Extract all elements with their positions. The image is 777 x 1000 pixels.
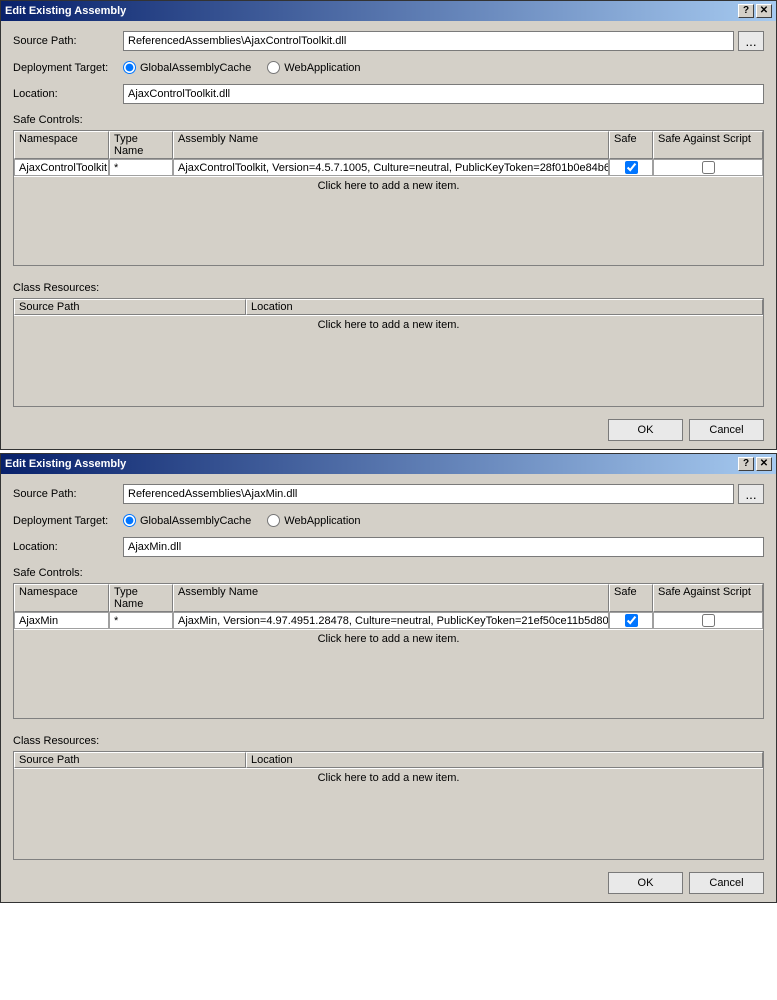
col-location[interactable]: Location — [246, 752, 763, 768]
source-path-label: Source Path: — [13, 488, 123, 500]
col-source-path[interactable]: Source Path — [14, 299, 246, 315]
source-path-label: Source Path: — [13, 35, 123, 47]
class-resources-label: Class Resources: — [13, 282, 764, 294]
col-assembly-name[interactable]: Assembly Name — [173, 131, 609, 159]
deployment-target-label: Deployment Target: — [13, 515, 123, 527]
cell-assembly-name[interactable]: AjaxControlToolkit, Version=4.5.7.1005, … — [173, 159, 609, 176]
location-input[interactable] — [123, 537, 764, 557]
table-row[interactable]: AjaxMin * AjaxMin, Version=4.97.4951.284… — [14, 612, 763, 629]
title-bar: Edit Existing Assembly ? ✕ — [1, 454, 776, 474]
col-assembly-name[interactable]: Assembly Name — [173, 584, 609, 612]
cell-safe-against-script[interactable] — [653, 159, 763, 176]
dialog-edit-assembly-1: Edit Existing Assembly ? ✕ Source Path: … — [0, 0, 777, 450]
ok-button[interactable]: OK — [608, 872, 683, 894]
browse-button[interactable]: ... — [738, 484, 764, 504]
cell-namespace[interactable]: AjaxControlToolkit — [14, 159, 109, 176]
cell-type-name[interactable]: * — [109, 159, 173, 176]
source-path-input[interactable] — [123, 31, 734, 51]
radio-gac[interactable]: GlobalAssemblyCache — [123, 514, 251, 527]
location-label: Location: — [13, 541, 123, 553]
title-bar-buttons: ? ✕ — [738, 4, 772, 18]
cell-safe[interactable] — [609, 159, 653, 176]
cell-namespace[interactable]: AjaxMin — [14, 612, 109, 629]
title-bar: Edit Existing Assembly ? ✕ — [1, 1, 776, 21]
cancel-button[interactable]: Cancel — [689, 419, 764, 441]
col-namespace[interactable]: Namespace — [14, 131, 109, 159]
help-button[interactable]: ? — [738, 4, 754, 18]
source-path-input[interactable] — [123, 484, 734, 504]
title-bar-buttons: ? ✕ — [738, 457, 772, 471]
radio-gac[interactable]: GlobalAssemblyCache — [123, 61, 251, 74]
close-button[interactable]: ✕ — [756, 4, 772, 18]
radio-webapp[interactable]: WebApplication — [267, 61, 360, 74]
table-row[interactable]: AjaxControlToolkit * AjaxControlToolkit,… — [14, 159, 763, 176]
dialog-title: Edit Existing Assembly — [5, 5, 126, 17]
safe-checkbox[interactable] — [625, 161, 638, 174]
add-item-row[interactable]: Click here to add a new item. — [14, 629, 763, 648]
col-namespace[interactable]: Namespace — [14, 584, 109, 612]
safe-checkbox[interactable] — [625, 614, 638, 627]
class-resources-label: Class Resources: — [13, 735, 764, 747]
col-location[interactable]: Location — [246, 299, 763, 315]
safe-controls-label: Safe Controls: — [13, 567, 764, 579]
ok-button[interactable]: OK — [608, 419, 683, 441]
safe-controls-grid: Namespace Type Name Assembly Name Safe S… — [13, 130, 764, 266]
location-input[interactable] — [123, 84, 764, 104]
add-item-row[interactable]: Click here to add a new item. — [14, 768, 763, 787]
col-safe-against-script[interactable]: Safe Against Script — [653, 584, 763, 612]
location-label: Location: — [13, 88, 123, 100]
cell-safe[interactable] — [609, 612, 653, 629]
class-resources-grid: Source Path Location Click here to add a… — [13, 751, 764, 860]
col-source-path[interactable]: Source Path — [14, 752, 246, 768]
safe-against-script-checkbox[interactable] — [702, 614, 715, 627]
col-type-name[interactable]: Type Name — [109, 131, 173, 159]
help-button[interactable]: ? — [738, 457, 754, 471]
col-safe[interactable]: Safe — [609, 131, 653, 159]
cell-type-name[interactable]: * — [109, 612, 173, 629]
cell-safe-against-script[interactable] — [653, 612, 763, 629]
col-type-name[interactable]: Type Name — [109, 584, 173, 612]
browse-button[interactable]: ... — [738, 31, 764, 51]
add-item-row[interactable]: Click here to add a new item. — [14, 315, 763, 334]
safe-controls-grid: Namespace Type Name Assembly Name Safe S… — [13, 583, 764, 719]
cancel-button[interactable]: Cancel — [689, 872, 764, 894]
safe-against-script-checkbox[interactable] — [702, 161, 715, 174]
deployment-target-label: Deployment Target: — [13, 62, 123, 74]
cell-assembly-name[interactable]: AjaxMin, Version=4.97.4951.28478, Cultur… — [173, 612, 609, 629]
add-item-row[interactable]: Click here to add a new item. — [14, 176, 763, 195]
class-resources-grid: Source Path Location Click here to add a… — [13, 298, 764, 407]
col-safe[interactable]: Safe — [609, 584, 653, 612]
dialog-edit-assembly-2: Edit Existing Assembly ? ✕ Source Path: … — [0, 453, 777, 903]
dialog-title: Edit Existing Assembly — [5, 458, 126, 470]
col-safe-against-script[interactable]: Safe Against Script — [653, 131, 763, 159]
safe-controls-label: Safe Controls: — [13, 114, 764, 126]
radio-webapp[interactable]: WebApplication — [267, 514, 360, 527]
close-button[interactable]: ✕ — [756, 457, 772, 471]
